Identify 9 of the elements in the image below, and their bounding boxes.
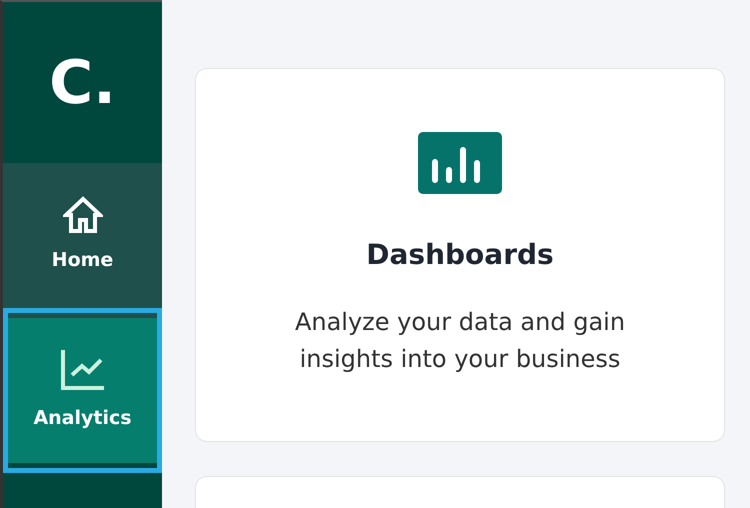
logo: C. (49, 46, 116, 120)
feature-card[interactable]: Dashboards Analyze your data and gain insights into your business (195, 68, 725, 442)
line-chart-icon (60, 348, 106, 392)
nav-item[interactable]: Home (3, 163, 162, 308)
card-title: Dashboards (366, 236, 554, 273)
card-description: Analyze your data and gain insights into your business (294, 306, 626, 375)
nav-item[interactable]: Analytics (3, 308, 162, 473)
bar-chart-icon (418, 132, 502, 194)
home-icon (62, 196, 102, 234)
